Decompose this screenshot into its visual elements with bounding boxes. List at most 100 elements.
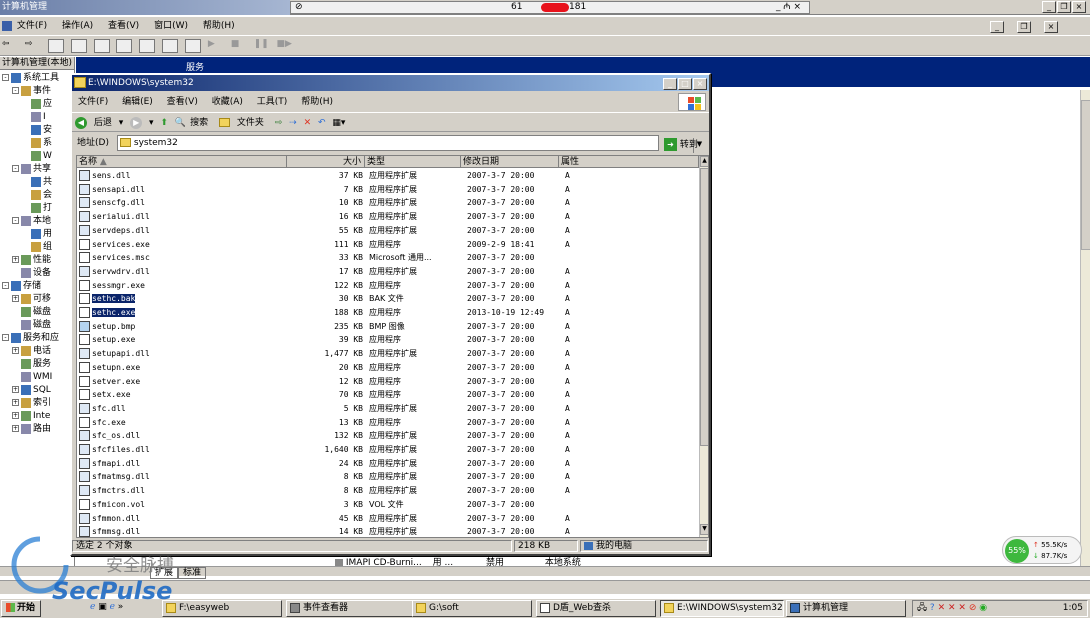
tree-item[interactable]: + 路由 — [0, 423, 74, 436]
tree-item[interactable]: + SQL — [0, 384, 74, 397]
file-row[interactable]: sfmmon.dll 45 KB 应用程序扩展 2007-3-7 20:00 A — [77, 512, 699, 526]
refresh-icon[interactable] — [116, 39, 133, 53]
file-row[interactable]: setup.bmp 235 KB BMP 图像 2007-3-7 20:00 A — [77, 320, 699, 334]
back-button[interactable]: ◀ 后退 ▾ — [75, 116, 123, 129]
file-row[interactable]: sfcfiles.dll 1,640 KB 应用程序扩展 2007-3-7 20:00… — [77, 443, 699, 457]
file-row[interactable]: sessmgr.exe 122 KB 应用程序 2007-3-7 20:00 A — [77, 279, 699, 293]
help-icon[interactable] — [162, 39, 179, 53]
task-system32[interactable]: E:\WINDOWS\system32 — [660, 600, 784, 617]
file-row[interactable]: services.exe 111 KB 应用程序 2009-2-9 18:41 A — [77, 238, 699, 252]
tree-item[interactable]: + 可移 — [0, 293, 74, 306]
tree-item[interactable]: 会 — [0, 189, 74, 202]
maximize-icon[interactable]: □ — [678, 78, 692, 90]
up-level-icon[interactable] — [47, 39, 64, 53]
mmc-vertical-scrollbar[interactable] — [1080, 90, 1090, 574]
expand-icon[interactable]: + — [12, 425, 19, 432]
tree-item[interactable]: + 索引 — [0, 397, 74, 410]
scroll-down-icon[interactable]: ▼ — [700, 524, 708, 535]
mmc-menu-window[interactable]: 窗口(W) — [154, 21, 188, 31]
stop-icon[interactable]: ■ — [231, 39, 247, 53]
column-attr[interactable]: 属性 — [559, 156, 699, 168]
tray-icon-d[interactable]: ◉ — [979, 603, 987, 613]
collapse-icon[interactable]: - — [2, 74, 9, 81]
close-icon[interactable]: × — [1072, 1, 1086, 13]
menu-tools[interactable]: 工具(T) — [257, 97, 288, 107]
delete-icon[interactable]: ✕ — [304, 118, 312, 128]
close-icon[interactable]: × — [693, 78, 707, 90]
file-row[interactable]: setup.exe 39 KB 应用程序 2007-3-7 20:00 A — [77, 333, 699, 347]
export-icon[interactable] — [139, 39, 156, 53]
address-input[interactable]: system32 ▼ — [117, 135, 705, 153]
restart-icon[interactable]: ■▶ — [277, 39, 293, 53]
mmc-menu-help[interactable]: 帮助(H) — [203, 21, 235, 31]
file-row[interactable]: sfmicon.vol 3 KB VOL 文件 2007-3-7 20:00 — [77, 498, 699, 512]
file-row[interactable]: serialui.dll 16 KB 应用程序扩展 2007-3-7 20:00 A — [77, 210, 699, 224]
file-row[interactable]: sfc.dll 5 KB 应用程序扩展 2007-3-7 20:00 A — [77, 402, 699, 416]
expand-icon[interactable]: + — [12, 295, 19, 302]
task-computer-management[interactable]: 计算机管理 — [786, 600, 906, 617]
column-name[interactable]: 名称 ▲ — [77, 156, 287, 168]
tree-item[interactable]: 系 — [0, 137, 74, 150]
tree-item[interactable]: - 事件 — [0, 85, 74, 98]
tree-item[interactable]: 组 — [0, 241, 74, 254]
menu-file[interactable]: 文件(F) — [78, 97, 108, 107]
column-date[interactable]: 修改日期 — [461, 156, 559, 168]
close-icon[interactable]: × — [1044, 21, 1058, 33]
collapse-icon[interactable]: - — [12, 87, 19, 94]
network-speed-widget[interactable]: 55% ↑ 55.5K/s ↓ 87.7K/s — [1002, 536, 1082, 564]
file-row[interactable]: setx.exe 70 KB 应用程序 2007-3-7 20:00 A — [77, 388, 699, 402]
task-event-viewer[interactable]: 事件查看器 — [286, 600, 416, 617]
back-icon[interactable]: ⇦ — [2, 39, 18, 53]
explorer-title-bar[interactable]: E:\WINDOWS\system32 _ □ × — [72, 75, 709, 91]
collapse-icon[interactable]: - — [12, 165, 19, 172]
mmc-menu-action[interactable]: 操作(A) — [62, 21, 93, 31]
undo-icon[interactable]: ↶ — [318, 118, 326, 128]
remote-window-controls[interactable]: _ ₼ × — [776, 2, 801, 13]
task-dshield[interactable]: D盾_Web查杀 — [536, 600, 656, 617]
task-soft[interactable]: G:\soft — [412, 600, 532, 617]
clock[interactable]: 1:05 — [1063, 601, 1083, 616]
column-type[interactable]: 类型 — [365, 156, 461, 168]
minimize-icon[interactable]: _ — [1042, 1, 1056, 13]
expand-icon[interactable]: + — [12, 399, 19, 406]
play-icon[interactable]: ▶ — [208, 39, 224, 53]
explorer-window-buttons[interactable]: _ □ × — [662, 76, 707, 92]
collapse-icon[interactable]: - — [12, 217, 19, 224]
menu-edit[interactable]: 编辑(E) — [122, 97, 153, 107]
expand-icon[interactable]: + — [12, 386, 19, 393]
tree-item[interactable]: + 电话 — [0, 345, 74, 358]
collapse-icon[interactable]: - — [2, 334, 9, 341]
tree-item[interactable]: - 存储 — [0, 280, 74, 293]
file-row[interactable]: sfc_os.dll 132 KB 应用程序扩展 2007-3-7 20:00 A — [77, 429, 699, 443]
pause-icon[interactable]: ❚❚ — [254, 39, 270, 53]
file-row[interactable]: sethc.exe 188 KB 应用程序 2013-10-19 12:49 A — [77, 306, 699, 320]
file-row[interactable]: setupapi.dll 1,477 KB 应用程序扩展 2007-3-7 20:00… — [77, 347, 699, 361]
folders-button[interactable]: 文件夹 — [218, 118, 268, 128]
tray-icon-a[interactable]: ✕ — [938, 603, 946, 613]
tree-item[interactable]: - 共享 — [0, 163, 74, 176]
expand-icon[interactable]: + — [12, 412, 19, 419]
forward-icon[interactable]: ⇨ — [25, 39, 41, 53]
up-folder-icon[interactable]: ⬆ — [160, 118, 168, 128]
search-button[interactable]: 🔍 搜索 — [175, 118, 212, 128]
file-row[interactable]: services.msc 33 KB Microsoft 通用... 2007-3-7… — [77, 251, 699, 265]
minimize-icon[interactable]: _ — [990, 21, 1004, 33]
views-icon[interactable]: ▦▾ — [332, 118, 345, 128]
tree-item[interactable]: 磁盘 — [0, 306, 74, 319]
mmc-window-buttons[interactable]: _ ❐ × — [989, 18, 1070, 36]
tree-item[interactable]: + Inte — [0, 410, 74, 423]
console-icon[interactable] — [185, 39, 201, 53]
tray-icon-c[interactable]: ✕ — [958, 603, 966, 613]
file-row[interactable]: servdeps.dll 55 KB 应用程序扩展 2007-3-7 20:00 A — [77, 224, 699, 238]
tree-item[interactable]: - 系统工具 — [0, 72, 74, 85]
tree-item[interactable]: - 服务和应 — [0, 332, 74, 345]
shield-icon[interactable]: ⊘ — [969, 603, 977, 613]
move-to-icon[interactable]: ⇨ — [275, 118, 283, 128]
tree-item[interactable]: 磁盘 — [0, 319, 74, 332]
tree-item[interactable]: 打 — [0, 202, 74, 215]
tree-item[interactable]: 设备 — [0, 267, 74, 280]
tree-root[interactable]: 计算机管理(本地) — [0, 57, 74, 70]
forward-button[interactable]: ▶ ▾ — [130, 116, 154, 129]
tree-item[interactable]: WMI — [0, 371, 74, 384]
menu-help[interactable]: 帮助(H) — [301, 97, 333, 107]
